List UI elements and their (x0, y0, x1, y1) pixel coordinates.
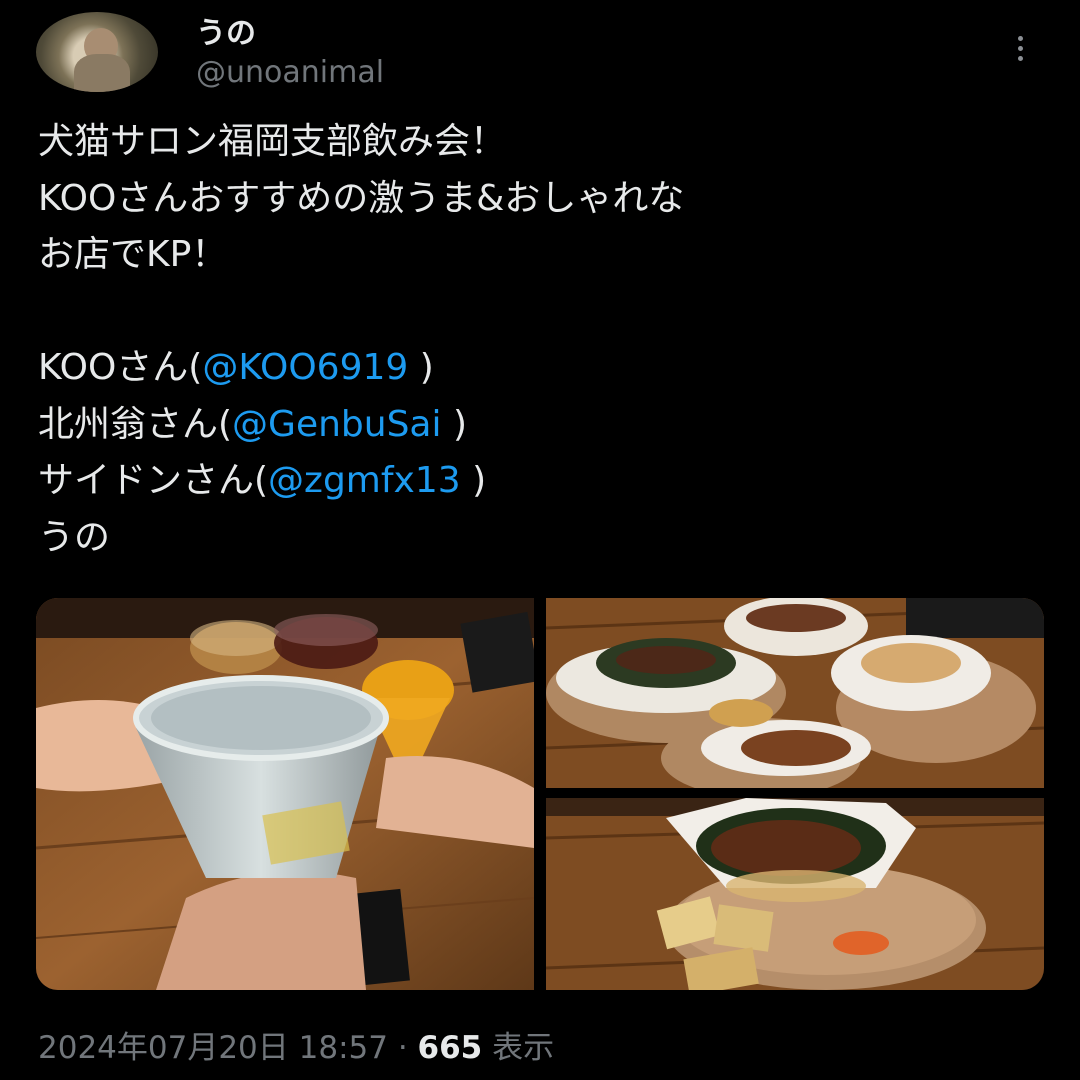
mention-link[interactable]: @GenbuSai (232, 404, 441, 445)
author-display-name[interactable]: うの (196, 16, 256, 52)
tweet-line: KOOさんおすすめの激うま&おしゃれな (38, 171, 1048, 228)
tweet-line: お店でKP！ (38, 227, 1048, 284)
toast-photo (36, 598, 534, 990)
views-label: 表示 (482, 1030, 555, 1066)
more-options-icon[interactable] (1006, 30, 1034, 66)
tweet-line (38, 284, 1048, 341)
tweet-text-segment: 犬猫サロン福岡支部飲み会！ (38, 121, 507, 162)
tweet-line: サイドンさん(@zgmfx13 ) (38, 453, 1048, 510)
tweet-text-segment: お店でKP！ (38, 234, 228, 275)
views-count: 665 (417, 1030, 483, 1066)
food-plates-photo (546, 598, 1044, 788)
tweet-line: 北州翁さん(@GenbuSai ) (38, 397, 1048, 454)
tweet-text-segment: ) (460, 460, 487, 501)
okonomiyaki-photo (546, 798, 1044, 990)
tweet-photo-3[interactable] (546, 798, 1044, 990)
tweet-text: 犬猫サロン福岡支部飲み会！ KOOさんおすすめの激うま&おしゃれな お店でKP！ KO… (38, 114, 1048, 566)
tweet-text-segment: 北州翁さん( (38, 403, 233, 445)
tweet-timestamp[interactable]: 2024年07月20日 18:57 (38, 1030, 388, 1066)
tweet-photo-1[interactable] (36, 598, 534, 990)
tweet-line: うの (38, 510, 1048, 567)
mention-link[interactable]: @KOO6919 (202, 347, 408, 388)
tweet-photo-2[interactable] (546, 598, 1044, 788)
tweet-text-segment: サイドンさん( (38, 460, 269, 501)
tweet-text-segment: ) (408, 347, 434, 388)
footer-separator: · (387, 1030, 418, 1066)
author-handle[interactable]: @unoanimal (196, 54, 384, 92)
tweet-footer: 2024年07月20日 18:57 · 665 表示 (38, 1026, 554, 1070)
tweet-text-segment: KOOさんおすすめの激うま&おしゃれな (38, 177, 685, 219)
tweet-text-segment: KOOさん( (38, 347, 203, 388)
avatar-body (74, 54, 130, 92)
tweet-text-segment: ) (441, 403, 467, 445)
mention-link[interactable]: @zgmfx13 (268, 460, 461, 501)
tweet-line: 犬猫サロン福岡支部飲み会！ (38, 114, 1048, 171)
tweet-line: KOOさん(@KOO6919 ) (38, 340, 1048, 397)
avatar[interactable] (36, 12, 158, 92)
tweet-text-segment: うの (38, 516, 111, 558)
